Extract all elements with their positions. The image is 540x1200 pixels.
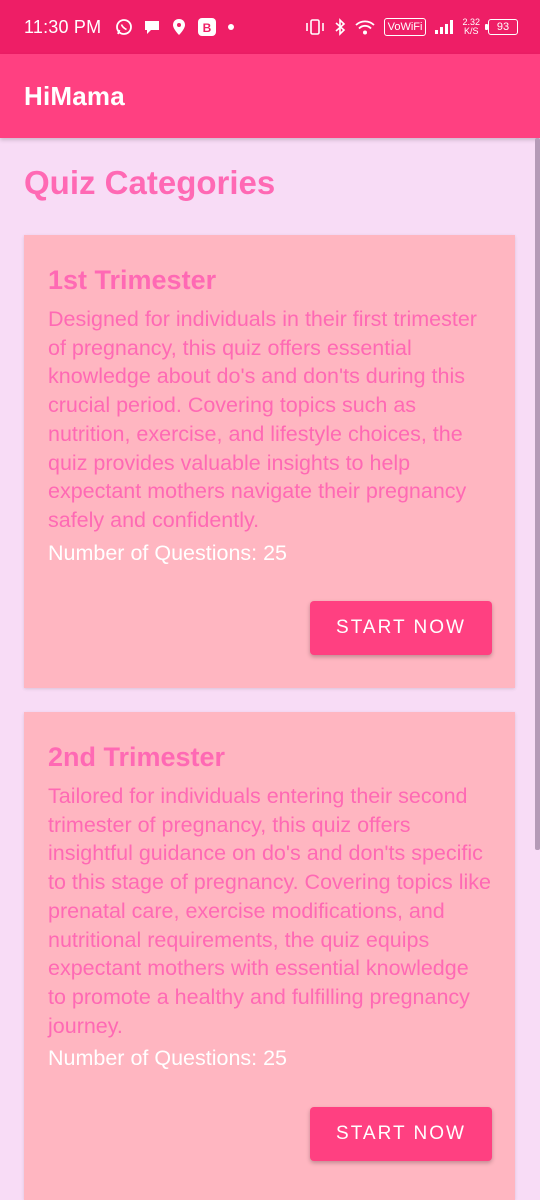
status-bar: 11:30 PM B VoWiFi 2.32 K/S 93	[0, 0, 540, 54]
whatsapp-icon	[115, 18, 133, 36]
start-now-button[interactable]: START NOW	[310, 601, 492, 655]
vowifi-badge: VoWiFi	[383, 18, 427, 36]
bluetooth-icon	[334, 18, 346, 36]
quiz-category-card: 2nd Trimester Tailored for individuals e…	[24, 712, 515, 1200]
card-title: 2nd Trimester	[48, 742, 226, 772]
question-count: Number of Questions: 25	[48, 1046, 288, 1071]
network-speed: 2.32 K/S	[462, 18, 480, 36]
chat-bubble-icon	[143, 18, 161, 36]
card-description: Designed for individuals in their first …	[48, 307, 477, 532]
question-count: Number of Questions: 25	[48, 540, 288, 565]
card-title: 1st Trimester	[48, 265, 217, 295]
svg-text:B: B	[203, 21, 212, 35]
card-description: Tailored for individuals entering their …	[48, 784, 491, 1038]
status-time: 11:30 PM	[24, 16, 102, 37]
notification-dot-icon	[227, 23, 235, 31]
battery-indicator: 93	[485, 19, 518, 35]
signal-icon	[434, 19, 454, 35]
network-speed-unit: K/S	[463, 26, 479, 36]
app-title: HiMama	[24, 80, 125, 111]
app-bar: HiMama	[0, 54, 540, 138]
app-badge-icon: B	[197, 17, 217, 37]
quiz-category-card: 1st Trimester Designed for individuals i…	[24, 235, 515, 688]
start-now-button[interactable]: START NOW	[310, 1107, 492, 1161]
scrollbar[interactable]	[535, 138, 540, 850]
wifi-icon	[354, 18, 376, 36]
location-pin-icon	[171, 18, 187, 36]
vibrate-icon	[304, 18, 326, 36]
page-title: Quiz Categories	[24, 164, 276, 201]
